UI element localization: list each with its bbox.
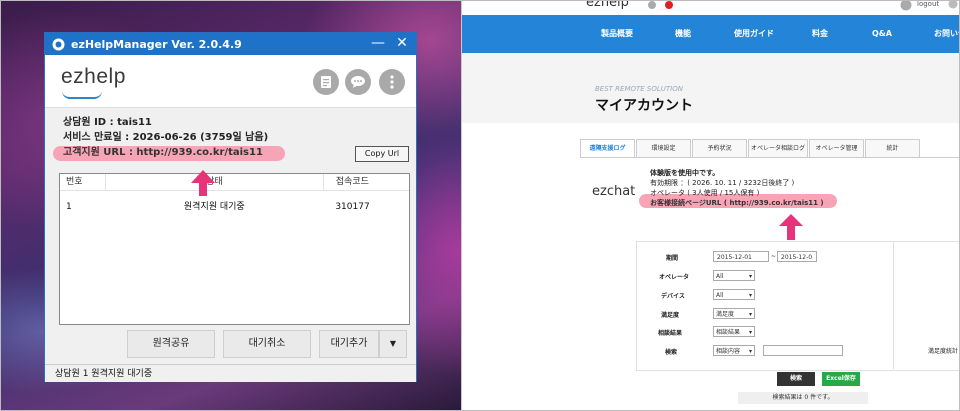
tab-reservations[interactable]: 予約状況 <box>692 139 747 157</box>
nav-item-features[interactable]: 機能 <box>675 15 691 53</box>
search-input[interactable] <box>763 345 843 356</box>
date-separator: ~ <box>771 253 777 260</box>
satisfaction-label: 満足度 <box>661 312 680 319</box>
ezhelp-logo: ezhelp <box>61 65 126 88</box>
account-tabs: 遠隔支援ログ 環境設定 予約状況 オペレータ相談ログ オペレータ管理 統計 <box>580 139 921 157</box>
web-page: ezhelp logout 製品概要 機能 使用ガイド 料金 Q&A お問い合 … <box>462 1 959 410</box>
search-result-count: 検索結果は 0 件です。 <box>738 392 868 404</box>
satisfaction-stats-link[interactable]: 満足度統計 <box>928 346 958 355</box>
app-icon <box>51 37 65 51</box>
service-expiry: 서비스 만료일 : 2026-06-26 (3759일 남음) <box>63 132 269 143</box>
page-subtitle: BEST REMOTE SOLUTION <box>595 85 683 93</box>
app-header: ezhelp <box>45 55 416 108</box>
page-title: マイアカウント <box>595 98 693 114</box>
window-title: ezHelpManager Ver. 2.0.4.9 <box>71 37 242 51</box>
nav-item-contact[interactable]: お問い合 <box>934 15 959 53</box>
add-wait-dropdown[interactable]: ▼ <box>379 330 407 358</box>
result-select-value: 相談結果 <box>716 329 741 336</box>
desktop-wallpaper: ezHelpManager Ver. 2.0.4.9 — ✕ ezhelp 상담… <box>1 1 461 410</box>
device-select-value: All <box>716 292 724 299</box>
nav-item-product[interactable]: 製品概要 <box>601 15 633 53</box>
top-bar: ezhelp logout <box>462 1 959 15</box>
minimize-button[interactable]: — <box>370 35 386 53</box>
ezchat-logo: ezchat <box>592 184 636 199</box>
result-select[interactable]: 相談結果 ▾ <box>713 326 755 337</box>
col-number-header[interactable]: 번호 <box>60 174 107 190</box>
device-select[interactable]: All ▾ <box>713 289 755 300</box>
window-titlebar[interactable]: ezHelpManager Ver. 2.0.4.9 — ✕ <box>45 33 416 55</box>
row-code: 310177 <box>335 202 370 212</box>
document-icon[interactable] <box>313 69 339 95</box>
cancel-wait-button[interactable]: 대기취소 <box>223 330 311 358</box>
logout-link[interactable]: logout <box>917 1 939 8</box>
row-number: 1 <box>66 202 72 212</box>
chevron-down-icon: ▾ <box>748 348 752 355</box>
list-header: 번호 상태 접속코드 <box>60 174 409 191</box>
col-code-header[interactable]: 접속코드 <box>324 174 409 190</box>
chevron-down-icon: ▾ <box>748 292 752 299</box>
arrow-up-icon <box>779 214 803 240</box>
operator-select-value: All <box>716 273 724 280</box>
account-info: 상담원 ID : tais11 서비스 만료일 : 2026-06-26 (37… <box>63 115 268 160</box>
customer-url: 고객지원 URL : http://939.co.kr/tais11 <box>63 147 263 158</box>
chat-icon[interactable] <box>345 69 371 95</box>
result-label: 相談結果 <box>658 330 683 337</box>
period-label: 期間 <box>666 255 679 262</box>
user-icon <box>900 1 912 11</box>
date-from-input[interactable]: 2015-12-01 <box>713 251 769 262</box>
status-dot-red-icon <box>665 1 673 9</box>
title-band <box>462 53 959 123</box>
main-nav: 製品概要 機能 使用ガイド 料金 Q&A お問い合 <box>462 15 959 53</box>
search-button[interactable]: 検索 <box>777 372 815 386</box>
table-row[interactable]: 1 원격지원 대기중 310177 <box>60 199 409 215</box>
excel-save-button[interactable]: Excel保存 <box>822 372 860 386</box>
more-icon[interactable] <box>379 69 405 95</box>
add-wait-button[interactable]: 대기추가 <box>319 330 379 358</box>
screenshot-frame: ezHelpManager Ver. 2.0.4.9 — ✕ ezhelp 상담… <box>0 0 960 411</box>
tab-settings[interactable]: 環境設定 <box>636 139 691 157</box>
tab-statistics[interactable]: 統計 <box>865 139 920 157</box>
trial-notice: 体験版を使用中です。 <box>650 169 720 177</box>
tab-underline <box>580 157 959 158</box>
account-summary: 体験版を使用中です。 有効期限 ：( 2026. 10. 11 / 3232日後… <box>650 168 824 208</box>
customer-page-url[interactable]: お客様接続ページURL ( http://939.co.kr/tais11 ) <box>650 198 824 208</box>
operator-label: オペレータ <box>659 274 690 281</box>
date-to-input[interactable]: 2015-12-0 <box>777 251 817 262</box>
tab-operator-manage[interactable]: オペレータ管理 <box>809 139 864 157</box>
session-list[interactable]: 번호 상태 접속코드 1 원격지원 대기중 310177 <box>59 173 410 325</box>
search-label: 検索 <box>665 349 678 356</box>
tab-operator-log[interactable]: オペレータ相談ログ <box>748 139 808 157</box>
site-logo[interactable]: ezhelp <box>586 1 629 10</box>
nav-item-guide[interactable]: 使用ガイド <box>734 15 774 53</box>
tab-remote-log[interactable]: 遠隔支援ログ <box>580 139 635 157</box>
logo-swoosh <box>62 91 102 99</box>
device-label: デバイス <box>661 293 685 300</box>
arrow-up-icon <box>191 170 215 196</box>
chevron-down-icon: ▾ <box>748 329 752 336</box>
nav-item-qa[interactable]: Q&A <box>872 15 892 53</box>
settings-icon[interactable] <box>948 1 958 9</box>
chevron-down-icon: ▾ <box>748 311 752 318</box>
satisfaction-select[interactable]: 満足度 ▾ <box>713 308 755 319</box>
operator-select[interactable]: All ▾ <box>713 270 755 281</box>
nav-item-pricing[interactable]: 料金 <box>812 15 828 53</box>
status-bar: 상담원 1 원격지원 대기중 <box>45 364 416 382</box>
expiry-period: 有効期限 ：( 2026. 10. 11 / 3232日後終了 ) <box>650 179 795 187</box>
close-button[interactable]: ✕ <box>394 35 410 53</box>
search-type-select[interactable]: 相談内容 ▾ <box>713 345 755 356</box>
form-separator <box>893 241 894 369</box>
remote-share-button[interactable]: 원격공유 <box>127 330 215 358</box>
operator-count: オペレータ ( 3人使用 / 15人保有 ) <box>650 189 760 197</box>
status-dot-gray-icon <box>648 1 656 9</box>
satisfaction-select-value: 満足度 <box>716 311 735 318</box>
copy-url-button[interactable]: Copy Url <box>355 146 409 162</box>
chevron-down-icon: ▾ <box>748 273 752 280</box>
row-status: 원격지원 대기중 <box>183 202 245 212</box>
search-type-value: 相談内容 <box>716 348 741 355</box>
agent-id: 상담원 ID : tais11 <box>63 117 152 128</box>
ezhelp-manager-window: ezHelpManager Ver. 2.0.4.9 — ✕ ezhelp 상담… <box>44 32 417 382</box>
